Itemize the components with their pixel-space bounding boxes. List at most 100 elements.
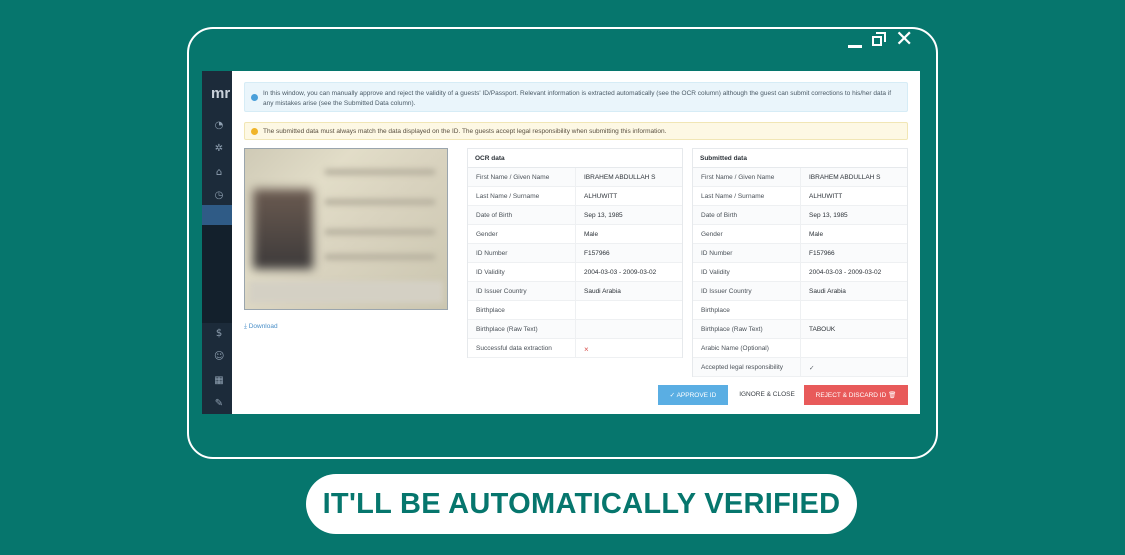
row-label: Last Name / Surname — [468, 187, 576, 205]
warning-alert: The submitted data must always match the… — [244, 122, 908, 140]
row-label: ID Issuer Country — [468, 282, 576, 300]
table-row: Birthplace — [468, 301, 682, 320]
id-text-blur — [325, 254, 435, 260]
clock-icon[interactable]: ◷ — [214, 191, 224, 201]
info-text: In this window, you can manually approve… — [263, 90, 892, 107]
ignore-close-button[interactable]: IGNORE & CLOSE — [730, 385, 804, 405]
dollar-icon[interactable]: $ — [214, 329, 224, 339]
row-value: IBRAHEM ABDULLAH S — [809, 174, 881, 181]
minimize-button[interactable] — [848, 30, 862, 50]
table-row: ID Issuer Country Saudi Arabia — [468, 282, 682, 301]
id-review-panel: In this window, you can manually approve… — [232, 71, 920, 414]
table-row: Birthplace — [693, 301, 907, 320]
row-value: Saudi Arabia — [809, 288, 846, 295]
row-label: Date of Birth — [693, 206, 801, 224]
row-value — [576, 320, 682, 338]
row-label: First Name / Given Name — [693, 168, 801, 186]
submitted-panel-title: Submitted data — [693, 149, 907, 168]
table-row: Arabic Name (Optional) — [693, 339, 907, 358]
gear-icon[interactable]: ✲ — [214, 144, 224, 154]
tool-icon[interactable]: ✎ — [214, 399, 224, 409]
user-icon[interactable]: ☺ — [214, 352, 224, 362]
sidebar-nav: mr ◔ ✲ ⌂ ◷ $ ☺ ▦ ✎ — [202, 71, 232, 414]
table-row: Last Name / Surname ALHUWITT — [468, 187, 682, 206]
download-link[interactable]: ⤓ Download — [244, 323, 278, 331]
close-button[interactable]: ✕ — [895, 29, 913, 51]
row-label: Last Name / Surname — [693, 187, 801, 205]
sidebar-submenu — [202, 225, 232, 323]
table-row: ID Validity 2004-03-03 - 2009-03-02 — [468, 263, 682, 282]
table-row: ID Number F157966 — [693, 244, 907, 263]
reject-discard-button[interactable]: REJECT & DISCARD ID 🗑 — [804, 385, 908, 405]
row-value: TABOUK — [809, 326, 836, 333]
row-value: ALHUWITT — [809, 193, 843, 200]
row-value: F157966 — [809, 250, 835, 257]
warning-text: The submitted data must always match the… — [263, 128, 667, 135]
table-row: Birthplace (Raw Text) TABOUK — [693, 320, 907, 339]
dashboard-icon[interactable]: ◔ — [214, 121, 224, 131]
table-row: Gender Male — [468, 225, 682, 244]
id-mrz-zone — [249, 281, 443, 303]
id-text-blur — [325, 199, 435, 205]
app-screen: mr ◔ ✲ ⌂ ◷ $ ☺ ▦ ✎ In this window, you c… — [202, 71, 920, 414]
row-label: ID Validity — [693, 263, 801, 281]
caption-banner: IT'LL BE AUTOMATICALLY VERIFIED — [306, 474, 857, 534]
row-label: Birthplace — [693, 301, 801, 319]
table-row: First Name / Given Name IBRAHEM ABDULLAH … — [693, 168, 907, 187]
warning-icon — [251, 128, 258, 135]
row-label: ID Number — [468, 244, 576, 262]
row-value — [801, 339, 907, 357]
submitted-data-panel: Submitted data First Name / Given Name IB… — [692, 148, 908, 377]
row-label: Accepted legal responsibility — [693, 358, 801, 376]
ocr-data-panel: OCR data First Name / Given Name IBRAHEM … — [467, 148, 683, 358]
ocr-panel-title: OCR data — [468, 149, 682, 168]
table-row: Birthplace (Raw Text) — [468, 320, 682, 339]
table-row: ID Validity 2004-03-03 - 2009-03-02 — [693, 263, 907, 282]
row-label: First Name / Given Name — [468, 168, 576, 186]
row-value: 2004-03-03 - 2009-03-02 — [809, 269, 882, 276]
row-value: Sep 13, 1985 — [809, 212, 848, 219]
row-value: Sep 13, 1985 — [584, 212, 623, 219]
row-label: Birthplace (Raw Text) — [468, 320, 576, 338]
grid-icon[interactable]: ▦ — [214, 376, 224, 386]
table-row: ID Issuer Country Saudi Arabia — [693, 282, 907, 301]
table-row: Date of Birth Sep 13, 1985 — [693, 206, 907, 225]
row-value: Male — [584, 231, 599, 238]
row-label: Birthplace (Raw Text) — [693, 320, 801, 338]
table-row: First Name / Given Name IBRAHEM ABDULLAH … — [468, 168, 682, 187]
table-row: Successful data extraction × — [468, 339, 682, 358]
app-logo: mr — [211, 85, 231, 102]
row-value: IBRAHEM ABDULLAH S — [584, 174, 656, 181]
row-value: 2004-03-03 - 2009-03-02 — [584, 269, 657, 276]
row-label: Birthplace — [468, 301, 576, 319]
row-label: ID Issuer Country — [693, 282, 801, 300]
check-icon: ✓ — [809, 365, 815, 372]
info-icon — [251, 94, 258, 101]
row-value: ALHUWITT — [584, 193, 618, 200]
row-value: Saudi Arabia — [584, 288, 621, 295]
row-label: Date of Birth — [468, 206, 576, 224]
maximize-button[interactable] — [872, 30, 888, 50]
table-row: Last Name / Surname ALHUWITT — [693, 187, 907, 206]
row-label: Gender — [693, 225, 801, 243]
sidebar-active-highlight — [202, 205, 232, 225]
id-document-image — [244, 148, 448, 310]
home-icon[interactable]: ⌂ — [214, 168, 224, 178]
table-row: Date of Birth Sep 13, 1985 — [468, 206, 682, 225]
table-row: Gender Male — [693, 225, 907, 244]
row-value — [801, 301, 907, 319]
fail-icon: × — [584, 345, 589, 354]
download-label: Download — [248, 323, 278, 330]
row-label: Arabic Name (Optional) — [693, 339, 801, 357]
row-label: Gender — [468, 225, 576, 243]
id-text-blur — [325, 169, 435, 175]
row-label: Successful data extraction — [468, 339, 576, 357]
approve-id-button[interactable]: ✓ APPROVE ID — [658, 385, 728, 405]
row-value: F157966 — [584, 250, 610, 257]
id-photo — [253, 189, 313, 269]
table-row: ID Number F157966 — [468, 244, 682, 263]
row-value: Male — [809, 231, 824, 238]
id-text-blur — [325, 229, 435, 235]
row-value — [576, 301, 682, 319]
row-label: ID Validity — [468, 263, 576, 281]
